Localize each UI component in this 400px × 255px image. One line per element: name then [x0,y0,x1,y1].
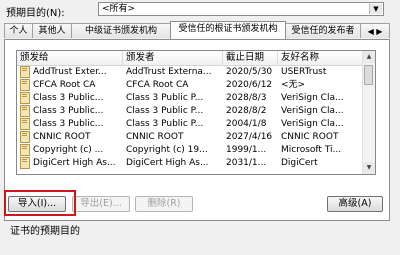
cell-issuer: Class 3 Public P... [126,106,204,116]
cell-issued-to: Class 3 Public... [33,119,104,129]
scroll-up-icon[interactable]: ▲ [363,51,375,63]
table-row[interactable]: CFCA Root CA CFCA Root CA 2020/6/12 <无> [17,79,363,91]
table-row[interactable]: Class 3 Public... Class 3 Public P... 2028… [17,105,363,117]
cell-issued-to: Class 3 Public... [33,93,104,103]
cell-issuer: CNNIC ROOT [126,132,184,142]
tab-other-people[interactable]: 其他人 [32,23,72,38]
chevron-down-icon[interactable]: ▼ [369,4,382,14]
cell-friendly: VeriSign Cla... [281,106,344,116]
cell-friendly: USERTrust [281,67,327,77]
table-row[interactable]: Copyright (c) ... Copyright (c) 19... 1999… [17,144,363,156]
advanced-button[interactable]: 高级(A) [327,196,383,212]
table-row[interactable]: DigiCert High As... DigiCert High As... 20… [17,157,363,169]
vertical-scrollbar[interactable]: ▲ ▼ [362,51,375,174]
cell-expires: 2020/5/30 [226,67,273,77]
cell-friendly: CNNIC ROOT [281,132,339,142]
table-row[interactable]: CNNIC ROOT CNNIC ROOT 2027/4/16 CNNIC ROOT [17,131,363,143]
table-row[interactable]: AddTrust Exter... AddTrust Externa... 2020… [17,66,363,78]
cell-friendly: DigiCert [281,158,318,168]
tab-trusted-root-ca[interactable]: 受信任的根证书颁发机构 [170,21,286,39]
remove-button[interactable]: 删除(R) [135,196,193,212]
column-header-issued-to[interactable]: 颁发给 [17,51,123,65]
purpose-dropdown[interactable]: <所有> ▼ [98,2,384,16]
cell-issued-to: CNNIC ROOT [33,132,91,142]
export-button[interactable]: 导出(E)... [72,196,130,212]
purpose-selected-value: <所有> [102,4,136,14]
cell-expires: 2027/4/16 [226,132,273,142]
cell-issuer: Class 3 Public P... [126,119,204,129]
import-button[interactable]: 导入(I)... [8,196,66,212]
cell-friendly: Microsoft Ti... [281,145,342,155]
cell-expires: 2028/8/3 [226,93,267,103]
column-header-issuer[interactable]: 颁发者 [123,51,223,65]
certificate-store-tabs: 个人 其他人 中级证书颁发机构 受信任的根证书颁发机构 受信任的发布者 ◀ ▶ [4,21,394,40]
cell-expires: 2028/8/2 [226,106,267,116]
cell-issuer: Copyright (c) 19... [126,145,208,155]
cell-issuer: Class 3 Public P... [126,93,204,103]
cell-issued-to: DigiCert High As... [33,158,116,168]
cell-issued-to: Copyright (c) ... [33,145,104,155]
scroll-down-icon[interactable]: ▼ [363,162,375,174]
scroll-thumb[interactable] [364,65,373,85]
table-row[interactable]: Class 3 Public... Class 3 Public P... 2004… [17,118,363,130]
cell-issuer: DigiCert High As... [126,158,209,168]
cell-expires: 2020/6/12 [226,80,273,90]
cell-friendly: VeriSign Cla... [281,93,344,103]
list-header: 颁发给 颁发者 截止日期 友好名称 [17,51,363,66]
tab-intermediate-ca[interactable]: 中级证书颁发机构 [71,23,171,38]
cell-issued-to: Class 3 Public... [33,106,104,116]
cell-expires: 2031/1... [226,158,267,168]
cell-expires: 1999/1... [226,145,267,155]
cell-issuer: AddTrust Externa... [126,67,212,77]
tab-scroll-buttons[interactable]: ◀ ▶ [360,23,390,38]
certificate-list[interactable]: 颁发给 颁发者 截止日期 友好名称 AddTrust Exter... AddTr… [16,50,376,175]
intended-purposes-label: 证书的预期目的 [10,226,80,237]
cell-friendly: <无> [281,80,306,90]
cell-issued-to: CFCA Root CA [33,80,96,90]
tab-personal[interactable]: 个人 [4,23,33,38]
cell-friendly: VeriSign Cla... [281,119,344,129]
purpose-label: 预期目的(N): [6,8,65,19]
cell-expires: 2004/1/8 [226,119,267,129]
column-header-friendly-name[interactable]: 友好名称 [278,51,363,65]
cell-issuer: CFCA Root CA [126,80,189,90]
tab-trusted-publishers[interactable]: 受信任的发布者 [285,23,361,38]
cell-issued-to: AddTrust Exter... [33,67,107,77]
table-row[interactable]: Class 3 Public... Class 3 Public P... 2028… [17,92,363,104]
column-header-expiration[interactable]: 截止日期 [223,51,278,65]
